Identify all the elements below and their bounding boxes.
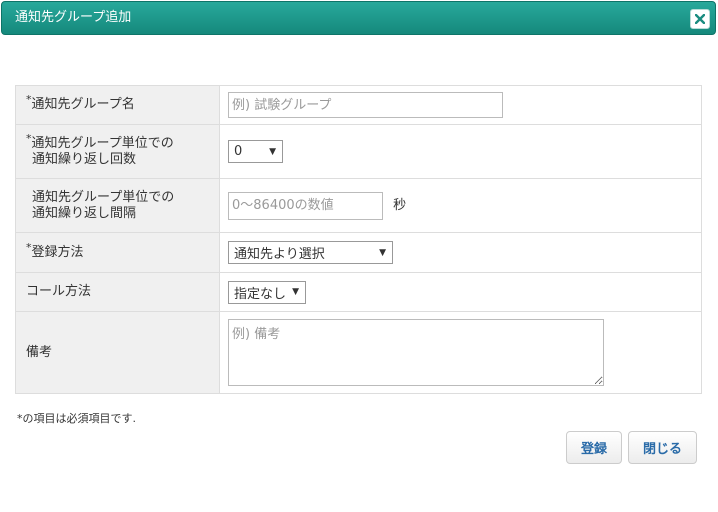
required-mark: * [26, 240, 32, 254]
register-button[interactable]: 登録 [566, 431, 622, 464]
memo-label-text: 備考 [26, 344, 53, 360]
dialog-titlebar: 通知先グループ追加 [1, 1, 716, 35]
repeat-count-select[interactable]: 0 ▼ [228, 140, 283, 163]
row-repeat-interval: 通知先グループ単位での 通知繰り返し間隔 秒 [15, 178, 702, 233]
registration-method-value: 通知先より選択 [234, 247, 325, 262]
required-fields-note: *の項目は必須項目です. [17, 412, 136, 425]
memo-label: 備考 [15, 311, 220, 394]
close-button[interactable]: 閉じる [628, 431, 697, 464]
dropdown-arrow-icon: ▼ [269, 146, 276, 157]
repeat-interval-label-line2: 通知繰り返し間隔 [32, 205, 137, 221]
group-name-label-text: 通知先グループ名 [31, 97, 135, 112]
repeat-interval-input[interactable] [228, 191, 383, 220]
dropdown-arrow-icon: ▼ [379, 247, 386, 258]
call-method-value: 指定なし [234, 286, 287, 302]
repeat-count-label-line1: 通知先グループ単位での [31, 135, 174, 151]
row-memo: 備考 [15, 311, 702, 394]
memo-textarea[interactable] [228, 319, 604, 386]
repeat-interval-label-line1: 通知先グループ単位での [32, 189, 175, 205]
repeat-count-value: 0 [234, 144, 243, 159]
dropdown-arrow-icon: ▼ [292, 287, 299, 297]
group-name-label: *通知先グループ名 [15, 85, 220, 125]
dialog-title: 通知先グループ追加 [15, 10, 132, 25]
required-mark: * [26, 93, 32, 106]
repeat-count-label: *通知先グループ単位での 通知繰り返し回数 [15, 124, 220, 179]
call-method-label: コール方法 [15, 272, 220, 312]
registration-method-label-text: 登録方法 [31, 244, 84, 260]
group-name-input[interactable] [228, 92, 503, 118]
seconds-unit: 秒 [393, 198, 407, 213]
row-repeat-count: *通知先グループ単位での 通知繰り返し回数 0 ▼ [15, 124, 702, 179]
registration-method-label: *登録方法 [15, 232, 220, 273]
call-method-label-text: コール方法 [26, 284, 92, 299]
registration-method-select[interactable]: 通知先より選択 ▼ [228, 241, 393, 264]
required-mark: * [26, 131, 32, 145]
repeat-interval-label: 通知先グループ単位での 通知繰り返し間隔 [15, 178, 220, 233]
close-icon[interactable] [690, 9, 710, 29]
notification-group-form: *通知先グループ名 *通知先グループ単位での 通知繰り返し回数 0 ▼ 通知先グ… [15, 85, 702, 394]
repeat-count-label-line2: 通知繰り返し回数 [32, 151, 137, 167]
add-notification-group-dialog: 通知先グループ追加 *通知先グループ名 *通知先グループ単位での 通知繰り返し回… [0, 0, 718, 512]
row-call-method: コール方法 指定なし ▼ [15, 272, 702, 312]
row-registration-method: *登録方法 通知先より選択 ▼ [15, 232, 702, 273]
call-method-select[interactable]: 指定なし ▼ [228, 280, 306, 304]
row-group-name: *通知先グループ名 [15, 85, 702, 125]
